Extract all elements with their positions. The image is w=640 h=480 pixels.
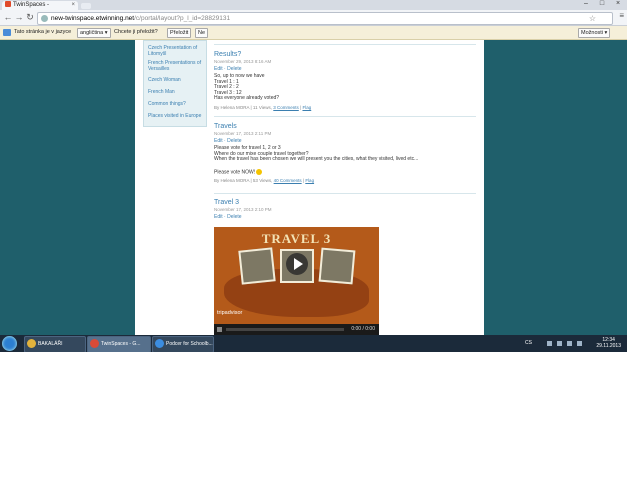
minimize-button[interactable]: – <box>578 0 594 9</box>
chrome-icon <box>90 339 99 349</box>
divider <box>214 116 476 117</box>
taskbar-item-chrome[interactable]: TwinSpaces - G... <box>87 336 151 352</box>
browser-tab[interactable]: TwinSpaces - × <box>2 1 78 10</box>
photo-thumbnail <box>238 247 276 285</box>
blog-post: Travels November 17, 2013 2:11 PM Edit ·… <box>214 122 476 184</box>
clock[interactable]: 12:34 29.11.2013 <box>596 337 621 349</box>
close-window-button[interactable]: × <box>610 0 626 9</box>
edit-link[interactable]: Edit <box>214 214 223 220</box>
url-host: new-twinspace.etwinning.net <box>51 15 135 22</box>
post-byline: By Helena MORA | 53 Views, <box>214 178 274 184</box>
favicon-icon <box>5 1 11 8</box>
screen: TwinSpaces - × – □ × ← → ↻ new-twinspace… <box>0 0 627 352</box>
flag-icon[interactable] <box>577 341 582 346</box>
menu-wrench-icon[interactable]: ≡ <box>619 11 624 20</box>
tray-arrow-icon[interactable] <box>547 341 552 346</box>
language-select[interactable]: angličtina ▾ <box>77 28 111 38</box>
sidebar-item-french-man[interactable]: French Man <box>148 89 206 95</box>
divider <box>214 193 476 194</box>
back-arrow-icon[interactable]: ← <box>3 12 13 23</box>
translate-question: Chcete ji přeložit? <box>114 29 158 35</box>
delete-link[interactable]: Delete <box>227 66 241 72</box>
network-icon[interactable] <box>557 341 562 346</box>
photo-thumbnail <box>318 247 356 285</box>
language-indicator[interactable]: CS <box>525 335 532 352</box>
translate-icon <box>3 29 11 36</box>
delete-link[interactable]: Delete <box>227 214 241 220</box>
post-title[interactable]: Results? <box>214 50 476 59</box>
sidebar: Czech Presentation of Litomyšl French Pr… <box>143 40 207 127</box>
taskbar-item-ie[interactable]: Podcer for Schoolb... <box>152 336 214 352</box>
video-progress-bar[interactable] <box>226 328 344 331</box>
blog-post: Results? November 29, 2013 8:16 AM Edit … <box>214 50 476 111</box>
browser-title-bar: TwinSpaces - × – □ × <box>0 0 627 10</box>
delete-link[interactable]: Delete <box>227 138 241 144</box>
edit-link[interactable]: Edit <box>214 66 223 72</box>
start-button[interactable] <box>2 336 17 351</box>
sidebar-item-common-things[interactable]: Common things? <box>148 101 206 107</box>
web-page: Czech Presentation of Litomyšl French Pr… <box>0 40 627 335</box>
video-time: 0:00 / 0:00 <box>351 326 375 332</box>
taskbar-item-bakalari[interactable]: BAKALÁŘI <box>24 336 86 352</box>
globe-icon <box>41 14 48 22</box>
tab-close-icon[interactable]: × <box>71 1 75 10</box>
app-icon <box>27 339 36 349</box>
language-select-value: angličtina <box>80 30 104 36</box>
video-player[interactable]: TRAVEL 3 tripadvisor 0:00 / 0:00 <box>214 227 379 335</box>
browser-toolbar: ← → ↻ new-twinspace.etwinning.net/c/port… <box>0 10 627 26</box>
address-bar[interactable]: new-twinspace.etwinning.net/c/portal/lay… <box>37 12 613 25</box>
maximize-button[interactable]: □ <box>594 0 610 9</box>
sidebar-item-places-visited[interactable]: Places visited in Europe <box>148 113 206 119</box>
flag-link[interactable]: Flag <box>305 178 314 183</box>
sidebar-item-french-presentations[interactable]: French Presentations of Versailles <box>148 60 206 72</box>
new-tab-button[interactable] <box>81 3 91 9</box>
internet-explorer-icon <box>155 339 164 349</box>
sidebar-item-czech-woman[interactable]: Czech Woman <box>148 77 206 83</box>
post-title[interactable]: Travels <box>214 122 476 131</box>
play-pause-icon[interactable] <box>217 327 222 332</box>
taskbar-label: Podcer for Schoolb... <box>166 341 213 347</box>
taskbar-label: TwinSpaces - G... <box>101 341 141 347</box>
play-icon[interactable] <box>286 253 308 275</box>
edit-link[interactable]: Edit <box>214 138 223 144</box>
comments-link[interactable]: 40 Comments <box>274 178 302 183</box>
taskbar-label: BAKALÁŘI <box>38 341 63 347</box>
volume-icon[interactable] <box>567 341 572 346</box>
video-title: TRAVEL 3 <box>261 231 332 246</box>
video-brand: tripadvisor <box>217 310 243 316</box>
post-title[interactable]: Travel 3 <box>214 198 476 207</box>
post-byline: By Helena MORA | 11 Views, <box>214 104 274 110</box>
url-path: /c/portal/layout?p_l_id=28829131 <box>134 15 231 22</box>
options-button[interactable]: Možnosti ▾ <box>578 28 611 38</box>
translate-bar: Tato stránka je v jazyce angličtina ▾ Ch… <box>0 26 627 40</box>
clock-date: 29.11.2013 <box>596 343 621 349</box>
translate-prompt: Tato stránka je v jazyce <box>14 29 72 35</box>
taskbar: BAKALÁŘI TwinSpaces - G... Podcer for Sc… <box>0 335 627 352</box>
tab-title: TwinSpaces - <box>13 2 50 8</box>
divider <box>214 44 476 45</box>
smiley-icon <box>256 168 263 175</box>
translate-button[interactable]: Přeložit <box>167 28 192 38</box>
no-translate-button[interactable]: Ne <box>195 28 209 38</box>
video-controls: 0:00 / 0:00 <box>214 324 379 335</box>
reload-icon[interactable]: ↻ <box>25 12 35 23</box>
options-button-label: Možnosti <box>581 30 604 36</box>
system-tray: CS 12:34 29.11.2013 <box>517 335 627 352</box>
sidebar-item-czech-presentation[interactable]: Czech Presentation of Litomyšl <box>148 45 206 57</box>
post-line: Has everyone already voted? <box>214 95 280 101</box>
flag-link[interactable]: Flag <box>302 105 311 110</box>
vote-line: Please vote NOW! <box>214 168 256 175</box>
bookmark-star-icon[interactable]: ☆ <box>589 13 596 24</box>
blog-post: Travel 3 November 17, 2013 2:10 PM Edit … <box>214 198 476 221</box>
forward-arrow-icon[interactable]: → <box>14 12 24 23</box>
comments-link[interactable]: 3 Comments <box>273 105 299 110</box>
